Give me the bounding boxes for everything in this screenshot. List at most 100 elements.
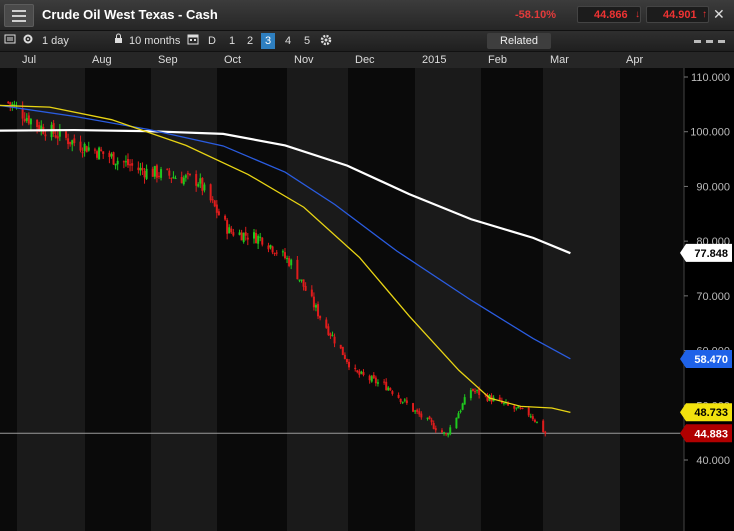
candle-body [440,430,443,433]
candle-body [240,232,243,241]
candle-body [160,169,163,178]
candle-body [459,410,462,413]
y-tick-label: 100.000 [690,127,730,139]
close-icon[interactable]: ✕ [713,6,725,23]
candle-body [174,178,177,180]
y-tick-label: 110.000 [691,72,730,84]
candle-body [391,391,394,394]
range-select[interactable]: 10 months [129,33,180,49]
candle-body [209,184,212,201]
candle-body [269,245,272,248]
candle-body [420,413,423,418]
candle-body [257,235,260,244]
month-label: Aug [92,54,112,66]
chart-settings-icon[interactable] [4,33,16,49]
candle-body [317,304,320,317]
candle-body [65,131,68,138]
candle-body [170,177,173,179]
candle-body [403,399,406,401]
candle-body [515,407,518,409]
candle-body [215,204,218,213]
bid-price: 44.866 [594,9,628,21]
candle-body [312,296,315,308]
ask-price-button[interactable]: 44.901 ↑ [646,6,709,23]
candle-body [354,367,357,370]
candle-body [69,141,72,145]
candle-body [531,416,534,420]
interval-select[interactable]: 1 day [42,33,69,49]
calendar-icon[interactable] [187,33,199,49]
candle-body [319,315,322,319]
candle-body [228,227,231,234]
candle-body [358,371,361,375]
candle-body [389,388,392,391]
related-button[interactable]: Related [487,33,551,49]
candle-body [304,285,307,291]
chart-number-4[interactable]: 4 [281,33,295,49]
candle-body [370,376,373,382]
layout-small-icon[interactable] [692,33,728,49]
candle-body [343,354,346,359]
candle-body [83,143,86,152]
candle-body [474,391,477,393]
candle-body [184,175,187,178]
gear-icon[interactable] [22,33,34,49]
candle-body [405,400,408,404]
candle-body [56,136,59,139]
candle-body [81,152,84,154]
candle-body [527,407,530,416]
candle-body [329,333,332,336]
candle-body [102,151,105,154]
candle-body [542,420,545,433]
candle-body [213,200,216,207]
candle-body [314,305,317,308]
candle-body [110,153,113,157]
candle-body [29,119,32,125]
month-panel [287,68,348,531]
price-chart[interactable]: 110.000100.00090.00080.00070.00060.00050… [0,68,734,531]
candle-body [348,361,351,368]
candle-body [112,152,115,165]
candle-body [230,228,233,233]
chart-number-5[interactable]: 5 [300,33,314,49]
candle-body [430,419,433,423]
layout-gear-icon[interactable] [319,33,333,49]
candle-body [52,123,55,134]
bid-price-button[interactable]: 44.866 ↓ [577,6,641,23]
candle-body [281,251,284,253]
candle-body [325,319,328,328]
month-label: Oct [224,54,242,66]
candle-body [288,258,291,266]
candle-body [238,232,241,235]
chart-number-3[interactable]: 3 [261,33,275,49]
candle-body [151,168,154,177]
candle-body [300,279,303,281]
candle-body [339,344,342,349]
candle-body [356,370,359,373]
candle-body [447,434,450,436]
candle-body [261,237,264,245]
lock-icon[interactable] [114,33,123,49]
candle-body [535,421,538,423]
up-arrow-icon: ↑ [702,9,707,20]
chart-toolbar: 1 day 10 months D 1 2 3 4 5 Related [0,31,734,52]
candle-body [182,177,185,185]
candle-body [457,413,460,419]
fast-ma-value-tag: 48.733 [694,407,728,419]
month-panel [481,68,543,531]
candle-body [197,184,200,187]
candle-body [476,389,479,391]
candle-body [79,141,82,151]
candle-body [418,411,421,415]
draw-tool-button[interactable]: D [205,33,219,49]
candle-body [36,119,39,128]
chart-number-2[interactable]: 2 [243,33,257,49]
hamburger-menu-icon[interactable] [4,4,34,27]
candle-body [96,151,99,158]
title-bar: Crude Oil West Texas - Cash -58.10% 44.8… [0,0,734,31]
candle-body [203,184,206,191]
chart-number-1[interactable]: 1 [225,33,239,49]
month-label: Dec [355,54,375,66]
candle-body [246,237,249,240]
time-axis: Jul Aug Sep Oct Nov Dec 2015 Feb Mar Apr [0,52,734,68]
